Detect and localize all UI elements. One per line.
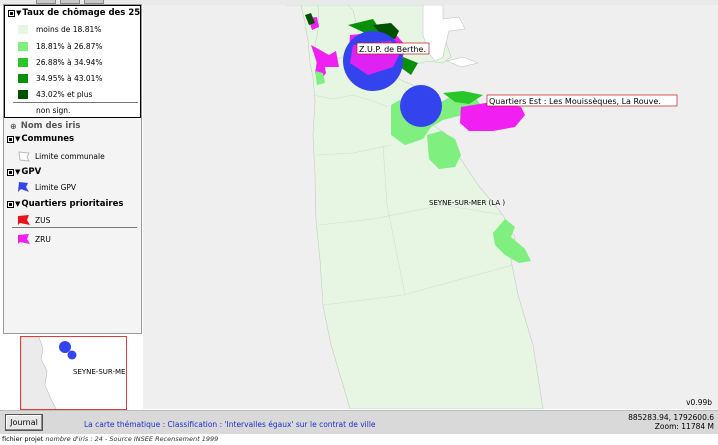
commune-limit-label: Limite communale: [35, 151, 105, 161]
legend-commune-item: Limite communale: [17, 150, 105, 162]
collapse-triangle-icon[interactable]: ▼: [16, 9, 21, 17]
thematic-layer-header[interactable]: ▼ Taux de chômage des 25-: [8, 8, 142, 18]
legend-class-item: moins de 18.81%: [18, 25, 101, 34]
legend-divider: [12, 227, 137, 228]
overview-map-svg: SEYNE-SUR-MER (: [21, 337, 127, 409]
classification-text: La carte thématique : Classification : '…: [84, 420, 376, 429]
gpv-circle-quartiers-est[interactable]: [400, 85, 442, 127]
overview-gpv-circle: [67, 350, 77, 360]
coordinates-readout: 885283.94, 1792600.6 Zoom: 11784 M: [628, 413, 714, 431]
map-label-zup: Z.U.P. de Berthe.: [359, 45, 426, 54]
legend-divider: [13, 102, 138, 103]
thematic-legend-box: ▼ Taux de chômage des 25- moins de 18.81…: [4, 5, 141, 118]
legend-class-item: 18.81% à 26.87%: [18, 42, 103, 51]
project-file-label: fichier projet: [2, 435, 44, 443]
swatch-icon: [18, 42, 28, 51]
port-quay: [446, 56, 479, 68]
overview-land-shape: [21, 337, 57, 409]
overview-commune-label: SEYNE-SUR-MER (: [73, 368, 127, 376]
map-label-quartiers-est: Quartiers Est : Les Mouissèques, La Rouv…: [489, 96, 661, 106]
footer-info: fichier projet nombre d'iris : 24 - Sour…: [2, 435, 218, 443]
legend-class-label: 18.81% à 26.87%: [36, 42, 103, 51]
legend-class-item: 26.88% à 34.94%: [18, 58, 103, 67]
layer-checkbox[interactable]: [7, 200, 14, 208]
map-canvas[interactable]: Z.U.P. de Berthe. Quartiers Est : Les Mo…: [143, 4, 718, 410]
qp-layer-header[interactable]: ▼ Quartiers prioritaires: [7, 199, 123, 209]
status-bar: Journal La carte thématique : Classifica…: [0, 410, 718, 434]
collapse-triangle-icon[interactable]: ▼: [15, 200, 20, 208]
iris-names-layer[interactable]: ⊕ Nom des iris: [10, 121, 80, 131]
communes-title: Communes: [21, 134, 75, 144]
legend-class-label: 26.88% à 34.94%: [36, 58, 103, 67]
journal-button[interactable]: Journal: [5, 414, 43, 431]
legend-class-item: 34.95% à 43.01%: [18, 74, 103, 83]
not-significant-label: non sign.: [36, 106, 71, 115]
legend-zus-item: ZUS: [17, 214, 50, 226]
coordinates-value: 885283.94, 1792600.6: [628, 413, 714, 422]
legend-class-label: 34.95% à 43.01%: [36, 74, 103, 83]
zus-icon: [18, 215, 30, 225]
legend-gpv-item: Limite GPV: [17, 181, 76, 193]
commune-limit-icon: [18, 151, 30, 162]
project-description: nombre d'iris : 24 - Source INSEE Recens…: [45, 435, 219, 443]
swatch-icon: [18, 58, 28, 67]
layer-checkbox[interactable]: [7, 168, 14, 176]
qp-title: Quartiers prioritaires: [21, 199, 124, 209]
swatch-icon: [18, 90, 28, 99]
overview-minimap[interactable]: SEYNE-SUR-MER (: [20, 336, 127, 410]
legend-zru-item: ZRU: [17, 233, 51, 245]
legend-class-label: 43.02% et plus: [36, 90, 93, 99]
collapse-triangle-icon[interactable]: ▼: [15, 168, 20, 176]
collapse-triangle-icon[interactable]: ▼: [15, 135, 20, 143]
layer-checkbox[interactable]: [8, 9, 15, 17]
thematic-title: Taux de chômage des 25-: [22, 8, 142, 18]
gpv-limit-label: Limite GPV: [35, 182, 77, 192]
gpv-layer-header[interactable]: ▼ GPV: [7, 167, 41, 177]
overview-gpv-circle: [59, 341, 71, 353]
gpv-limit-icon: [18, 182, 29, 192]
legend-not-significant: non sign.: [36, 106, 70, 115]
communes-layer-header[interactable]: ▼ Communes: [7, 134, 74, 144]
map-svg: Z.U.P. de Berthe. Quartiers Est : Les Mo…: [286, 4, 678, 410]
legend-class-item: 43.02% et plus: [18, 90, 92, 99]
legend-panel: ▼ Taux de chômage des 25- moins de 18.81…: [3, 4, 142, 334]
swatch-icon: [18, 74, 28, 83]
layer-checkbox[interactable]: [7, 135, 14, 143]
map-commune-label: SEYNE-SUR-MER (LA ): [429, 199, 505, 207]
magnifier-icon: ⊕: [10, 121, 17, 131]
zru-icon: [18, 234, 30, 244]
zus-label: ZUS: [35, 215, 51, 225]
gpv-title: GPV: [21, 167, 42, 177]
legend-class-label: moins de 18.81%: [36, 25, 102, 34]
swatch-icon: [18, 25, 28, 34]
iris-names-label: Nom des iris: [20, 121, 81, 131]
zru-label: ZRU: [35, 234, 51, 244]
zoom-value: Zoom: 11784 M: [654, 422, 714, 431]
version-label: v0.99b: [686, 398, 712, 407]
